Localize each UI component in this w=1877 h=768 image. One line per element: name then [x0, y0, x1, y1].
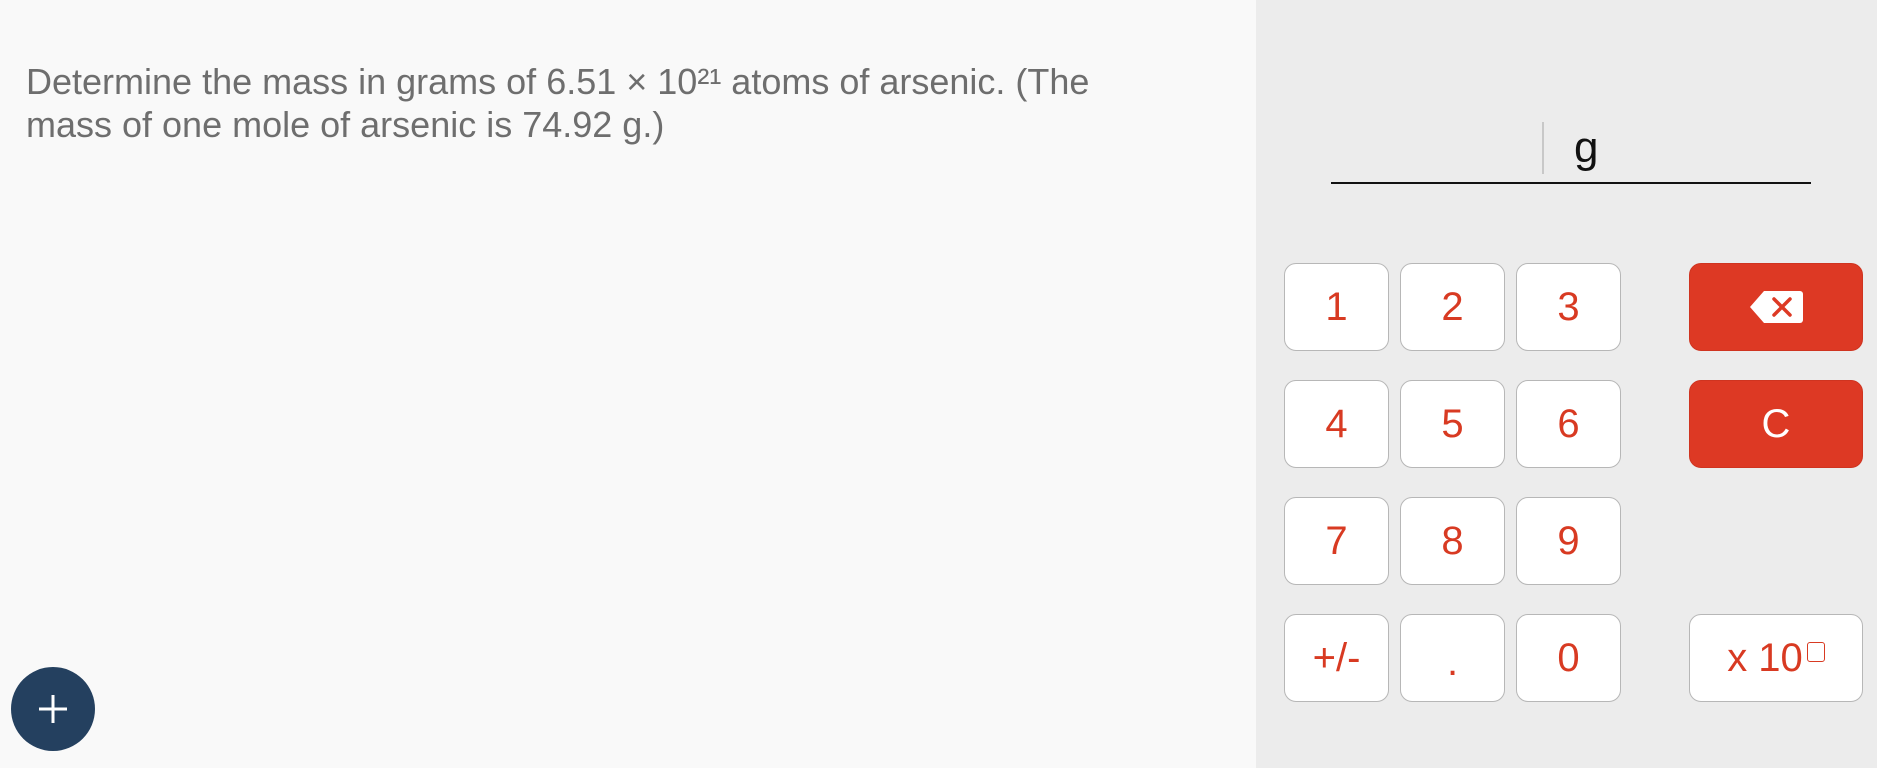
calculator-pane: g 1 2 3 4 5 6 C 7 8 9 +/- . 0 x 10	[1256, 0, 1877, 768]
decimal-button[interactable]: .	[1400, 614, 1505, 702]
answer-caret	[1542, 122, 1544, 174]
exponent-button[interactable]: x 10	[1689, 614, 1863, 702]
key-9[interactable]: 9	[1516, 497, 1621, 585]
add-button[interactable]	[11, 667, 95, 751]
exponent-label: x 10	[1727, 635, 1803, 680]
question-pane: Determine the mass in grams of 6.51 × 10…	[0, 0, 1256, 768]
key-8[interactable]: 8	[1400, 497, 1505, 585]
key-2[interactable]: 2	[1400, 263, 1505, 351]
exponent-placeholder-icon	[1806, 642, 1825, 662]
plus-icon	[39, 695, 67, 723]
sign-toggle-button[interactable]: +/-	[1284, 614, 1389, 702]
answer-input-underline[interactable]	[1331, 182, 1811, 184]
key-4[interactable]: 4	[1284, 380, 1389, 468]
answer-unit: g	[1574, 123, 1599, 172]
key-5[interactable]: 5	[1400, 380, 1505, 468]
question-text: Determine the mass in grams of 6.51 × 10…	[26, 61, 1090, 145]
clear-button[interactable]: C	[1689, 380, 1863, 468]
key-6[interactable]: 6	[1516, 380, 1621, 468]
backspace-button[interactable]	[1689, 263, 1863, 351]
key-3[interactable]: 3	[1516, 263, 1621, 351]
key-1[interactable]: 1	[1284, 263, 1389, 351]
backspace-icon	[1750, 291, 1803, 323]
key-7[interactable]: 7	[1284, 497, 1389, 585]
key-0[interactable]: 0	[1516, 614, 1621, 702]
